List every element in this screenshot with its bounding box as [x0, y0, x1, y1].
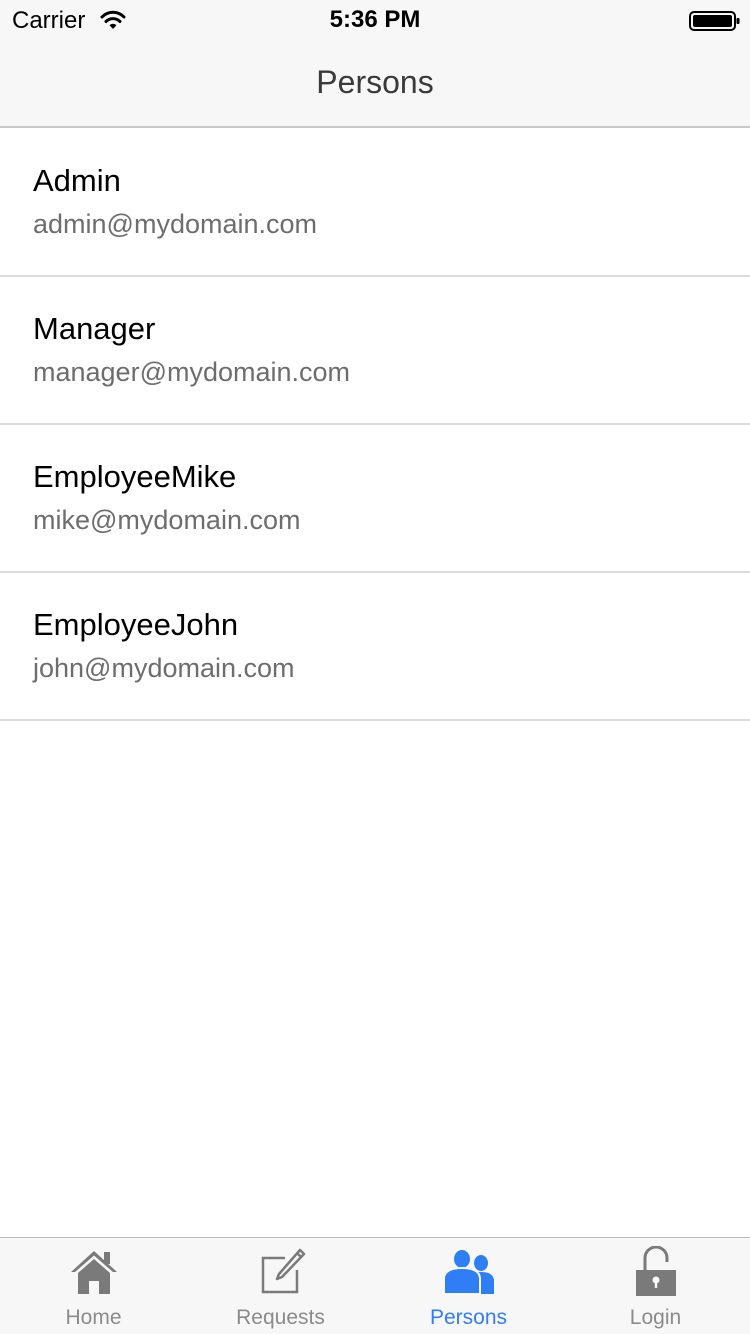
page-title: Persons	[316, 64, 434, 100]
person-name: Admin	[33, 163, 121, 198]
person-name: EmployeeJohn	[33, 607, 239, 642]
tab-label: Home	[65, 1306, 122, 1329]
status-time: 5:36 PM	[329, 6, 421, 33]
tab-persons[interactable]: Persons	[375, 1238, 562, 1334]
person-row[interactable]: Manager manager@mydomain.com	[0, 277, 750, 425]
person-row[interactable]: EmployeeJohn john@mydomain.com	[0, 573, 750, 721]
tab-home[interactable]: Home	[0, 1238, 187, 1334]
tab-label: Requests	[236, 1306, 325, 1329]
unlocked-padlock-icon	[635, 1246, 676, 1296]
persons-icon	[442, 1248, 494, 1295]
tab-label: Login	[629, 1306, 682, 1329]
person-email: admin@mydomain.com	[33, 209, 318, 239]
status-bar: Carrier 5:36 PM	[0, 0, 750, 40]
person-row[interactable]: Admin admin@mydomain.com	[0, 129, 750, 277]
person-name: Manager	[33, 311, 156, 346]
person-row[interactable]: EmployeeMike mike@mydomain.com	[0, 425, 750, 573]
battery-icon	[689, 11, 740, 31]
person-email: mike@mydomain.com	[33, 505, 301, 535]
person-list: Admin admin@mydomain.com Manager manager…	[0, 129, 750, 721]
tab-label: Persons	[429, 1306, 508, 1329]
edit-icon	[261, 1248, 305, 1294]
person-email: manager@mydomain.com	[33, 357, 351, 387]
tab-login[interactable]: Login	[562, 1238, 749, 1334]
navigation-header: Carrier 5:36 PM Persons	[0, 0, 750, 128]
tab-requests[interactable]: Requests	[187, 1238, 374, 1334]
person-email: john@mydomain.com	[33, 653, 295, 683]
tab-bar: Home Requests Persons Login	[0, 1237, 750, 1334]
person-name: EmployeeMike	[33, 459, 237, 494]
home-icon	[70, 1251, 117, 1294]
